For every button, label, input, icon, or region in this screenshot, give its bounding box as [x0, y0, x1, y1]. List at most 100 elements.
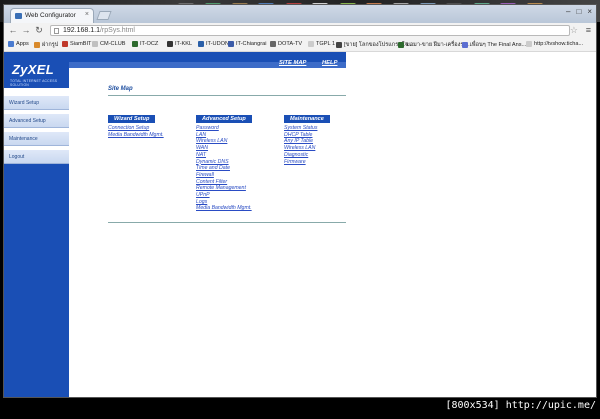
- link-any-ip-table[interactable]: Any IP Table: [284, 138, 330, 145]
- wizard-setup-column: Wizard Setup Connection Setup Media Band…: [108, 107, 164, 138]
- column-heading: Maintenance: [284, 115, 330, 123]
- bookmark-item[interactable]: TGPL 1: [308, 41, 335, 47]
- bookmark-label: DOTA-TV: [278, 41, 303, 47]
- top-header-band: SITE MAP HELP: [69, 52, 346, 68]
- sidebar-item-wizard-setup[interactable]: Wizard Setup: [4, 96, 69, 110]
- new-tab-button[interactable]: [96, 11, 112, 20]
- bookmark-favicon-icon: [62, 41, 68, 47]
- bookmark-label: TGPL 1: [316, 41, 336, 47]
- link-nat[interactable]: NAT: [196, 152, 252, 159]
- bookmark-item[interactable]: IT-Chiangrai: [228, 41, 266, 47]
- bookmark-star-icon[interactable]: ☆: [570, 25, 578, 36]
- page-icon: [54, 28, 59, 34]
- link-upnp[interactable]: UPnP: [196, 192, 252, 199]
- tab-bar: Web Configurator × – □ ×: [4, 5, 596, 23]
- column-heading: Wizard Setup: [108, 115, 156, 123]
- link-wireless-lan[interactable]: Wireless LAN: [284, 145, 330, 152]
- link-password[interactable]: Password: [196, 125, 252, 132]
- bookmark-item[interactable]: ขอมา-ขาย ฝีมา-เครื่องรา...: [398, 41, 471, 49]
- page-favicon-icon: [15, 13, 22, 19]
- title-divider: [108, 95, 346, 96]
- logo-tagline: TOTAL INTERNET ACCESS SOLUTION: [10, 79, 58, 87]
- bookmark-item[interactable]: CM-CLUB: [92, 41, 125, 47]
- bookmark-item[interactable]: เพื่อนๆ The Final Ans...: [462, 41, 526, 49]
- bookmark-label: เพื่อนๆ The Final Ans...: [470, 42, 527, 48]
- address-bar[interactable]: 192.168.1.1/rpSys.html: [50, 25, 570, 36]
- maximize-icon[interactable]: □: [576, 7, 581, 16]
- link-dhcp-table[interactable]: DHCP Table: [284, 132, 330, 139]
- link-remote-management[interactable]: Remote Management: [196, 185, 252, 192]
- tab-web-configurator[interactable]: Web Configurator ×: [10, 8, 94, 23]
- link-media-bandwidth-mgmt[interactable]: Media Bandwidth Mgmt.: [196, 205, 252, 212]
- bookmarks-bar: Apps ฝากรูป SiamBIT CM-CLUB IT-OCZ IT-KKL IT-U…: [4, 39, 596, 52]
- tab-title: Web Configurator: [25, 12, 76, 19]
- bookmark-favicon-icon: [198, 41, 204, 47]
- sidebar-menu: Wizard Setup Advanced Setup Maintenance …: [4, 88, 69, 164]
- bookmark-favicon-icon: [228, 41, 234, 47]
- menu-icon[interactable]: ≡: [586, 25, 591, 35]
- bookmark-favicon-icon: [92, 41, 98, 47]
- link-wan[interactable]: WAN: [196, 145, 252, 152]
- logo-area: ZyXEL TOTAL INTERNET ACCESS SOLUTION: [4, 52, 69, 88]
- back-icon[interactable]: ←: [8, 25, 18, 35]
- minimize-icon[interactable]: –: [566, 7, 570, 16]
- bookmark-item[interactable]: SiamBIT: [62, 41, 91, 47]
- link-diagnostic[interactable]: Diagnostic: [284, 152, 330, 159]
- link-content-filter[interactable]: Content Filter: [196, 179, 252, 186]
- bookmark-label: ฝากรูป: [42, 42, 59, 48]
- link-dynamic-dns[interactable]: Dynamic DNS: [196, 159, 252, 166]
- link-firewall[interactable]: Firewall: [196, 172, 252, 179]
- bookmark-label: CM-CLUB: [100, 41, 126, 47]
- bookmark-favicon-icon: [526, 41, 532, 47]
- sidebar-item-logout[interactable]: Logout: [4, 150, 69, 164]
- bookmark-label: http://tvshow.ticha...: [534, 41, 584, 47]
- bookmark-item[interactable]: DOTA-TV: [270, 41, 302, 47]
- close-tab-icon[interactable]: ×: [85, 11, 89, 18]
- bookmark-item[interactable]: http://tvshow.ticha...: [526, 41, 583, 47]
- advanced-setup-column: Advanced Setup Password LAN Wireless LAN…: [196, 107, 252, 212]
- zyxel-logo: ZyXEL: [12, 62, 54, 77]
- help-link[interactable]: HELP: [322, 60, 337, 66]
- url-host: 192.168.1.1: [63, 27, 100, 34]
- forward-icon[interactable]: →: [21, 25, 31, 35]
- bookmark-item[interactable]: IT-UDON: [198, 41, 229, 47]
- bookmark-item[interactable]: Apps: [8, 41, 29, 47]
- maintenance-column: Maintenance System Status DHCP Table Any…: [284, 107, 330, 165]
- link-connection-setup[interactable]: Connection Setup: [108, 125, 164, 132]
- bookmark-label: Apps: [16, 41, 29, 47]
- close-window-icon[interactable]: ×: [587, 7, 592, 16]
- page-title: Site Map: [108, 86, 133, 92]
- window-controls: – □ ×: [566, 7, 592, 16]
- sidebar-item-maintenance[interactable]: Maintenance: [4, 132, 69, 146]
- watermark-text: [800x534] http://upic.me/: [445, 400, 596, 411]
- link-media-bandwidth-mgmt[interactable]: Media Bandwidth Mgmt.: [108, 132, 164, 139]
- bookmark-favicon-icon: [8, 41, 14, 47]
- browser-window: Web Configurator × – □ × ← → ↻ 192.168.1…: [3, 4, 597, 398]
- bookmark-label: IT-OCZ: [140, 41, 159, 47]
- bottom-divider: [108, 222, 346, 223]
- reload-icon[interactable]: ↻: [34, 25, 44, 36]
- url-path: /rpSys.html: [99, 27, 135, 34]
- router-page: ZyXEL TOTAL INTERNET ACCESS SOLUTION Wiz…: [4, 52, 596, 397]
- bookmark-item[interactable]: ฝากรูป: [34, 41, 58, 49]
- link-firmware[interactable]: Firmware: [284, 159, 330, 166]
- left-sidebar: ZyXEL TOTAL INTERNET ACCESS SOLUTION Wiz…: [4, 52, 69, 397]
- sidebar-item-advanced-setup[interactable]: Advanced Setup: [4, 114, 69, 128]
- link-lan[interactable]: LAN: [196, 132, 252, 139]
- column-heading: Advanced Setup: [196, 115, 252, 123]
- bookmark-label: IT-UDON: [206, 41, 229, 47]
- bookmark-item[interactable]: IT-OCZ: [132, 41, 158, 47]
- link-time-and-date[interactable]: Time and Date: [196, 165, 252, 172]
- bookmark-favicon-icon: [132, 41, 138, 47]
- bookmark-label: IT-Chiangrai: [236, 41, 267, 47]
- link-wireless-lan[interactable]: Wireless LAN: [196, 138, 252, 145]
- link-logs[interactable]: Logs: [196, 199, 252, 206]
- bookmark-item[interactable]: IT-KKL: [167, 41, 192, 47]
- bookmark-label: IT-KKL: [175, 41, 193, 47]
- bookmark-favicon-icon: [167, 41, 173, 47]
- site-map-link[interactable]: SITE MAP: [279, 60, 306, 66]
- bookmark-favicon-icon: [34, 42, 40, 48]
- bookmark-favicon-icon: [308, 41, 314, 47]
- bookmark-favicon-icon: [462, 42, 468, 48]
- link-system-status[interactable]: System Status: [284, 125, 330, 132]
